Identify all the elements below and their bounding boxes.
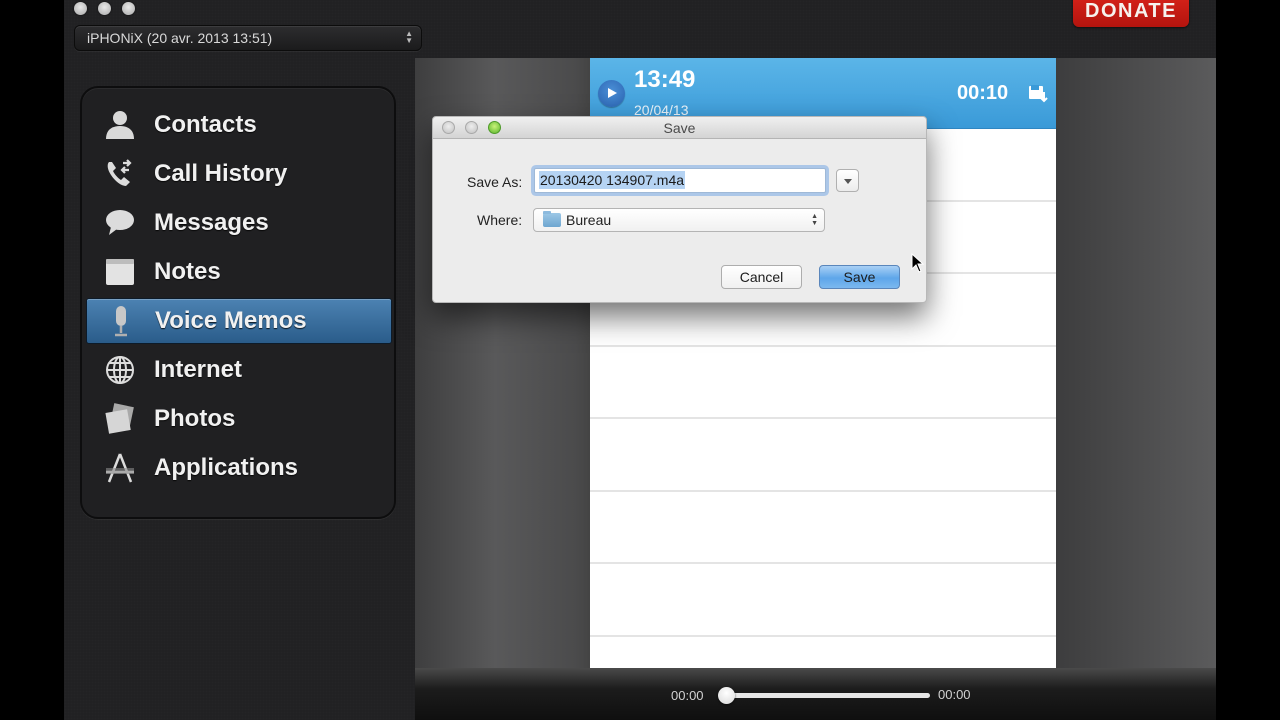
sidebar-item-label: Notes	[154, 258, 221, 285]
folder-icon	[543, 211, 561, 227]
sidebar-item-label: Messages	[154, 209, 269, 236]
cancel-button[interactable]: Cancel	[721, 265, 802, 289]
list-divider	[590, 562, 1056, 564]
window-controls	[74, 2, 135, 15]
expand-dialog-button[interactable]	[836, 169, 859, 192]
export-memo-icon[interactable]	[1027, 82, 1049, 104]
sidebar-item-contacts[interactable]: Contacts	[86, 102, 392, 148]
sidebar-item-notes[interactable]: Notes	[86, 249, 392, 295]
save-as-label: Save As:	[467, 174, 523, 190]
stage-right-panel	[1056, 58, 1216, 668]
updown-arrows-icon: ▲ ▼	[811, 213, 818, 227]
sidebar: Contacts Call History Messages Notes Voi…	[80, 86, 396, 519]
phone-call-icon	[102, 156, 138, 192]
play-icon[interactable]	[598, 80, 625, 107]
contact-person-icon	[102, 107, 138, 143]
speech-bubble-icon	[102, 205, 138, 241]
save-as-input[interactable]: 20130420 134907.m4a	[534, 168, 826, 193]
zoom-window-button[interactable]	[122, 2, 135, 15]
dialog-close-button[interactable]	[442, 121, 455, 134]
where-label: Where:	[477, 212, 523, 228]
sidebar-item-call-history[interactable]: Call History	[86, 151, 392, 197]
sidebar-item-voice-memos[interactable]: Voice Memos	[86, 298, 392, 344]
sidebar-item-label: Contacts	[154, 111, 257, 138]
close-window-button[interactable]	[74, 2, 87, 15]
device-select-value: iPHONiX (20 avr. 2013 13:51)	[87, 30, 273, 46]
sidebar-item-label: Applications	[154, 454, 299, 481]
app-window: iPHONiX (20 avr. 2013 13:51) ▲ ▼ DONATE C…	[64, 0, 1216, 720]
elapsed-time: 00:00	[671, 688, 704, 703]
list-divider	[590, 417, 1056, 419]
save-dialog: Save Save As: 20130420 134907.m4a Where:…	[432, 116, 927, 303]
microphone-icon	[103, 303, 139, 339]
updown-arrows-icon: ▲ ▼	[405, 29, 413, 45]
dialog-minimize-button[interactable]	[465, 121, 478, 134]
sidebar-item-label: Voice Memos	[155, 307, 307, 334]
sidebar-item-internet[interactable]: Internet	[86, 347, 392, 393]
save-button[interactable]: Save	[819, 265, 900, 289]
sidebar-item-photos[interactable]: Photos	[86, 396, 392, 442]
minimize-window-button[interactable]	[98, 2, 111, 15]
list-divider	[590, 635, 1056, 637]
dialog-window-controls	[442, 121, 501, 134]
globe-icon	[102, 352, 138, 388]
playback-slider-thumb[interactable]	[718, 687, 735, 704]
where-value: Bureau	[566, 212, 612, 228]
device-select[interactable]: iPHONiX (20 avr. 2013 13:51) ▲ ▼	[74, 25, 422, 51]
notepad-icon	[102, 254, 138, 290]
where-select[interactable]: Bureau ▲ ▼	[533, 208, 825, 232]
sidebar-item-label: Photos	[154, 405, 236, 432]
dialog-title: Save	[663, 120, 696, 136]
playback-slider-track[interactable]	[726, 693, 930, 698]
dialog-titlebar: Save	[433, 117, 926, 139]
memo-duration: 00:10	[957, 82, 1009, 104]
list-divider	[590, 345, 1056, 347]
app-store-icon	[102, 450, 138, 486]
sidebar-item-label: Internet	[154, 356, 243, 383]
dialog-zoom-button[interactable]	[488, 121, 501, 134]
sidebar-item-applications[interactable]: Applications	[86, 445, 392, 491]
sidebar-item-messages[interactable]: Messages	[86, 200, 392, 246]
memo-time: 13:49	[634, 66, 696, 93]
total-time: 00:00	[938, 687, 971, 702]
list-divider	[590, 490, 1056, 492]
donate-button[interactable]: DONATE	[1073, 0, 1189, 27]
mouse-cursor-icon	[911, 253, 925, 273]
save-as-value: 20130420 134907.m4a	[539, 171, 686, 189]
photos-icon	[102, 401, 138, 437]
sidebar-item-label: Call History	[154, 160, 288, 187]
player-bar: 00:00 00:00	[415, 668, 1216, 720]
